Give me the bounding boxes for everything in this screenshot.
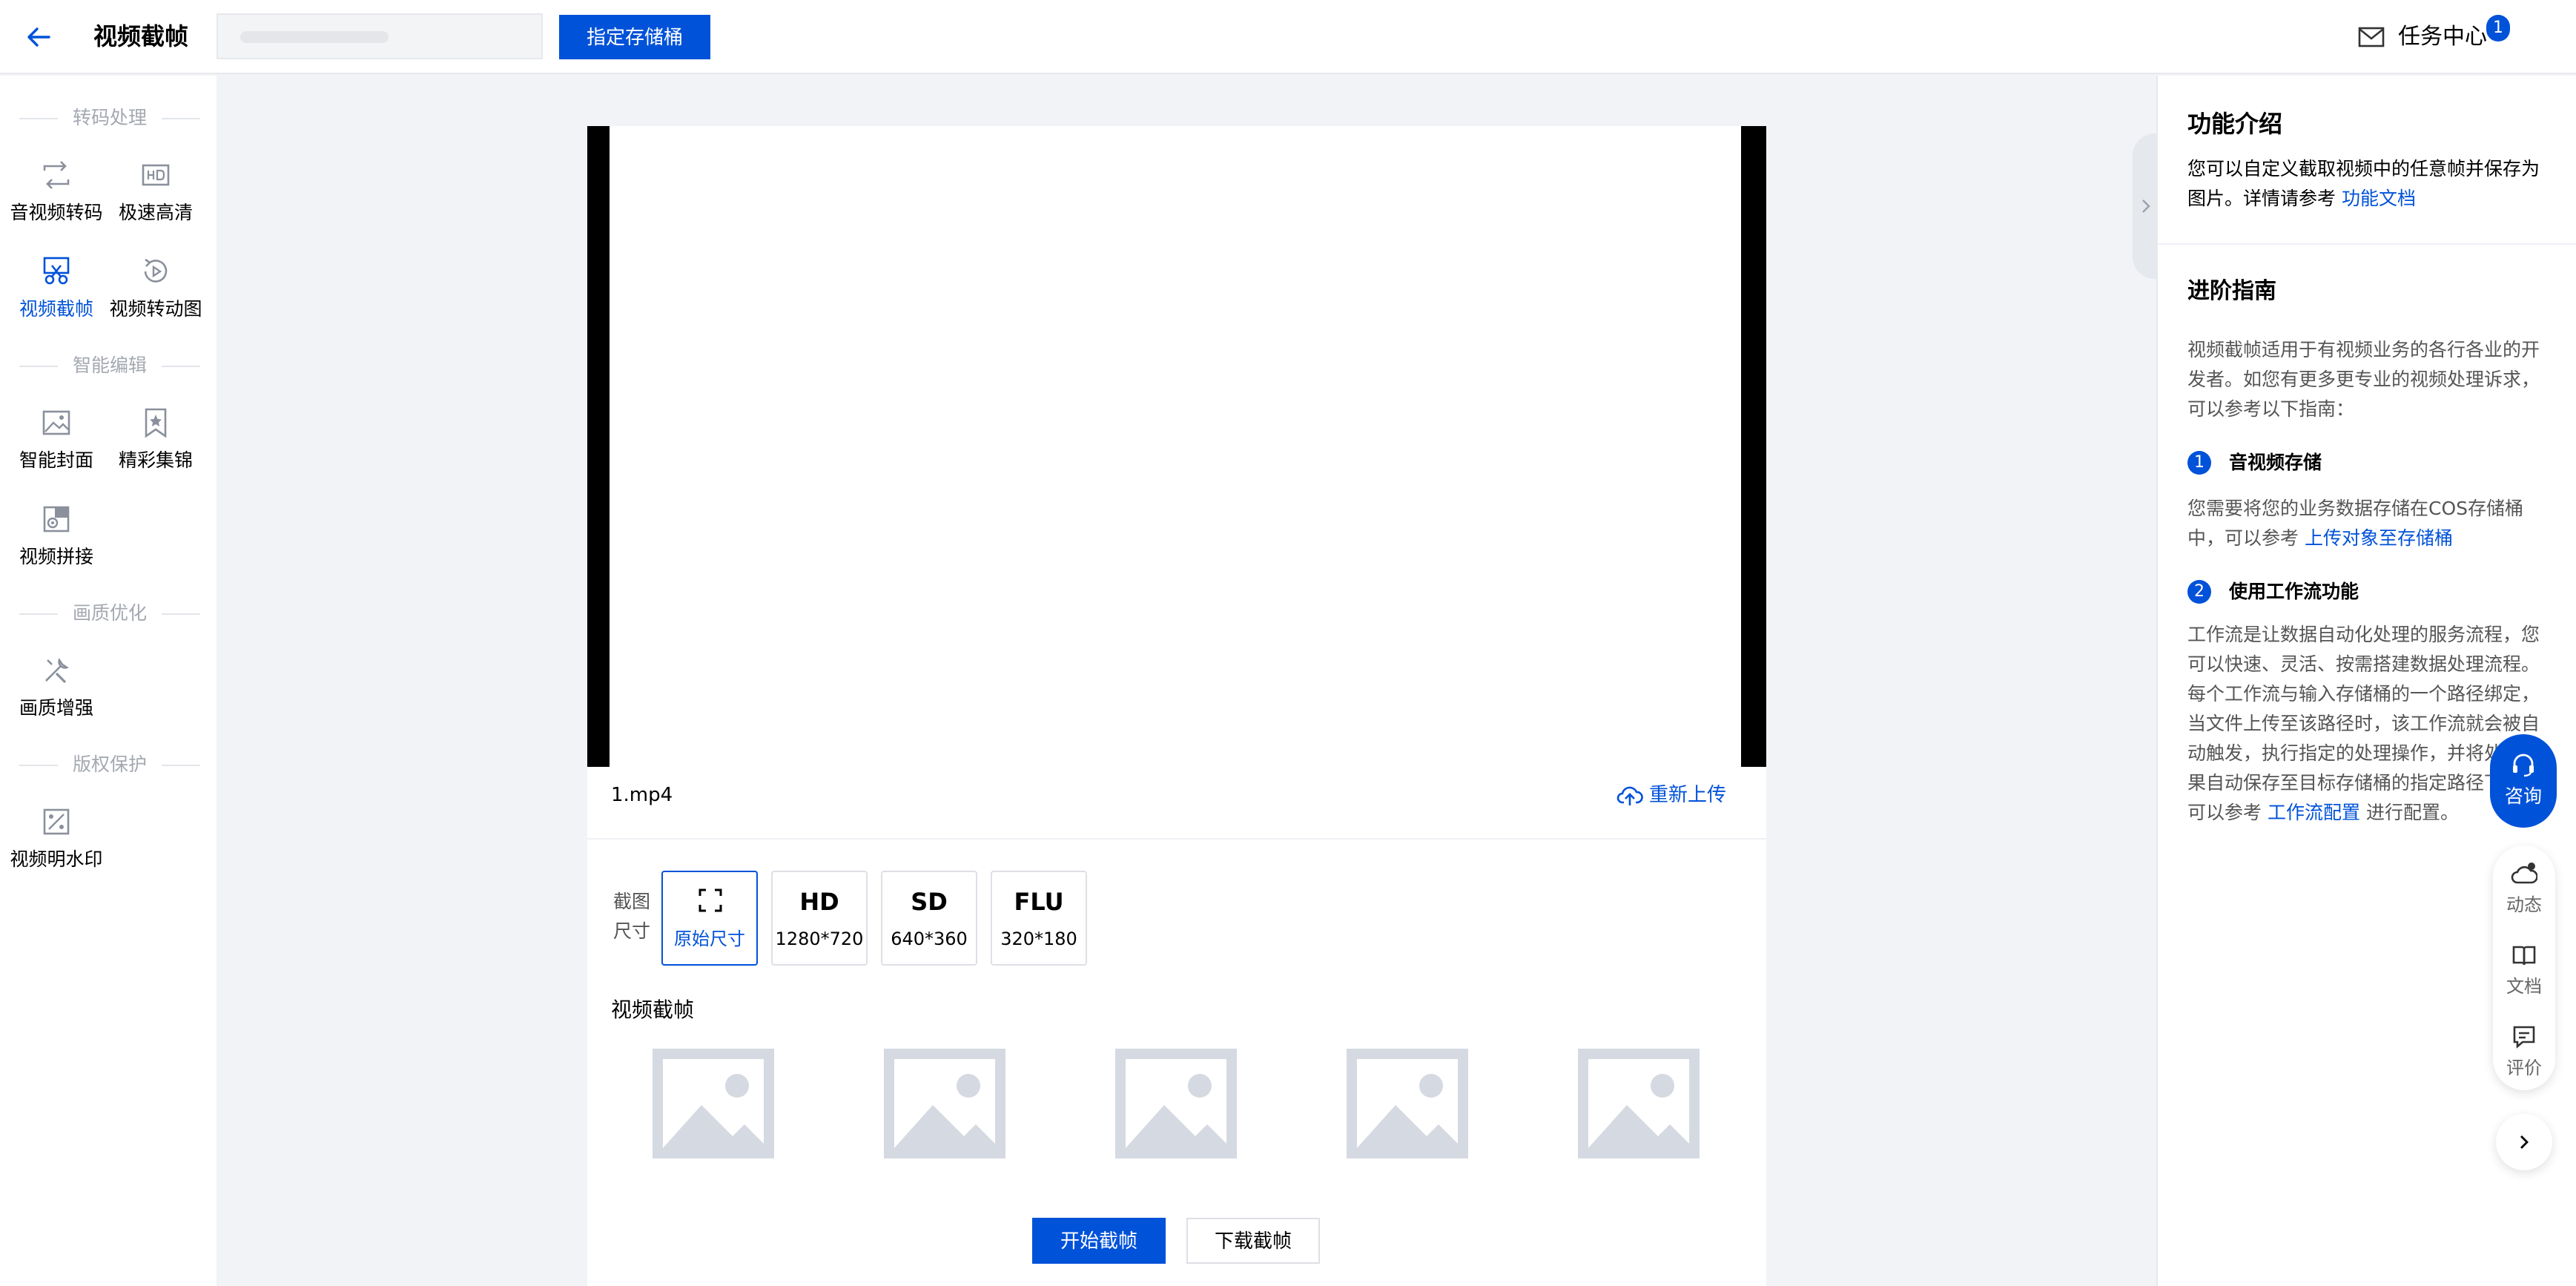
- step-number-badge: 2: [2187, 580, 2211, 604]
- cloud-notification-icon: [2511, 863, 2537, 884]
- fullscreen-icon: [699, 888, 722, 912]
- step1-text: 您需要将您的业务数据存储在COS存储桶中，可以参考 上传对象至存储桶: [2187, 498, 2524, 549]
- frame-placeholder-icon: [1578, 1049, 1700, 1158]
- chevron-right-icon: [2142, 200, 2150, 213]
- headset-icon: [2513, 754, 2534, 777]
- download-frames-button[interactable]: 下载截帧: [1186, 1218, 1320, 1264]
- transcode-icon: [43, 161, 70, 189]
- section-header-transcode: 转码处理: [19, 107, 200, 129]
- section-header-copyright: 版权保护: [19, 754, 200, 776]
- tools-icon: [45, 657, 70, 684]
- sidebar-item-video-splice[interactable]: 视频拼接: [4, 503, 108, 577]
- step-number-badge: 1: [2187, 451, 2211, 475]
- start-capture-button[interactable]: 开始截帧: [1032, 1218, 1166, 1264]
- frame-placeholder-icon: [1347, 1049, 1468, 1158]
- watermark-icon: [43, 808, 70, 835]
- sidebar-item-video-frame[interactable]: 视频截帧: [4, 255, 108, 329]
- bucket-selector-input[interactable]: [217, 13, 543, 59]
- video-file-name: 1.mp4: [611, 784, 673, 806]
- comment-icon: [2513, 1026, 2535, 1049]
- guide-text: 视频截帧适用于有视频业务的各行各业的开发者。如您有更多更专业的视频处理诉求，可以…: [2187, 339, 2540, 420]
- panel-collapse-tab[interactable]: [2133, 133, 2158, 279]
- divider: [587, 838, 1766, 840]
- loop-icon: [144, 258, 168, 283]
- book-icon: [2512, 946, 2536, 966]
- sidebar-item-smart-cover[interactable]: 智能封面: [4, 406, 108, 481]
- sidebar-item-watermark[interactable]: 视频明水印: [4, 805, 108, 880]
- size-option-flu[interactable]: FLU 320*180: [991, 871, 1087, 966]
- sidebar-item-highlights[interactable]: 精彩集锦: [104, 406, 208, 481]
- intro-text: 您可以自定义截取视频中的任意帧并保存为图片。详情请参考 功能文档: [2187, 158, 2540, 209]
- guide-title: 进阶指南: [2187, 278, 2276, 304]
- left-sidebar: 转码处理 音视频转码 极速高清 视频截帧 视频转动图 智能编辑 智能封面 精彩集…: [0, 76, 217, 1286]
- float-item-docs[interactable]: 文档: [2493, 931, 2555, 1006]
- consult-button[interactable]: 咨询: [2490, 734, 2557, 828]
- step1-title: 音视频存储: [2229, 452, 2322, 473]
- top-bar: 视频截帧 指定存储桶 任务中心 1: [0, 0, 2576, 74]
- section-header-quality: 画质优化: [19, 602, 200, 624]
- blurred-bucket-name: [240, 31, 389, 43]
- intro-title: 功能介绍: [2187, 110, 2283, 138]
- bookmark-star-icon: [145, 408, 167, 438]
- task-center-link[interactable]: 任务中心: [2398, 21, 2487, 53]
- hd-icon: [142, 164, 170, 186]
- frame-placeholder-icon: [884, 1049, 1005, 1158]
- expand-toolbar-button[interactable]: [2496, 1114, 2552, 1170]
- cloud-upload-icon: [1616, 786, 1643, 805]
- step2-title: 使用工作流功能: [2229, 581, 2359, 602]
- back-arrow-icon[interactable]: [24, 22, 53, 52]
- section-header-smart-edit: 智能编辑: [19, 355, 200, 377]
- splice-icon: [43, 506, 70, 532]
- video-frame: [610, 126, 1741, 767]
- right-info-panel: 功能介绍 您可以自定义截取视频中的任意帧并保存为图片。详情请参考 功能文档 进阶…: [2156, 76, 2576, 1286]
- frame-placeholder-icon: [1115, 1049, 1237, 1158]
- sidebar-item-transcode[interactable]: 音视频转码: [4, 159, 108, 233]
- reupload-button[interactable]: 重新上传: [1616, 780, 1743, 810]
- floating-toolbar: 动态 文档 评价: [2493, 845, 2555, 1090]
- screenshot-size-label: 截图尺寸: [612, 891, 650, 942]
- assign-bucket-button[interactable]: 指定存储桶: [559, 15, 710, 59]
- scissors-icon: [43, 257, 70, 285]
- float-item-news[interactable]: 动态: [2493, 850, 2555, 924]
- mail-icon[interactable]: [2358, 27, 2385, 47]
- feature-doc-link[interactable]: 功能文档: [2342, 188, 2416, 209]
- frame-placeholder-icon: [653, 1049, 774, 1158]
- size-option-hd[interactable]: HD 1280*720: [771, 871, 868, 966]
- chevron-right-icon: [2520, 1135, 2529, 1149]
- divider: [2158, 243, 2576, 245]
- sidebar-item-enhance[interactable]: 画质增强: [4, 654, 108, 728]
- frames-section-title: 视频截帧: [611, 998, 695, 1022]
- upload-object-link[interactable]: 上传对象至存储桶: [2305, 527, 2453, 549]
- float-item-feedback[interactable]: 评价: [2493, 1013, 2555, 1087]
- size-option-original[interactable]: 原始尺寸: [661, 871, 758, 966]
- workflow-config-link[interactable]: 工作流配置: [2268, 802, 2360, 823]
- sidebar-item-fast-hd[interactable]: 极速高清: [104, 159, 208, 233]
- page-title: 视频截帧: [93, 22, 189, 50]
- image-icon: [42, 410, 70, 435]
- frame-capture-card: 1.mp4 重新上传 截图尺寸 原始尺寸 HD 1280*720 SD 640*…: [587, 126, 1766, 1286]
- task-count-badge: 1: [2486, 15, 2510, 42]
- size-option-sd[interactable]: SD 640*360: [881, 871, 977, 966]
- sidebar-item-video-to-gif[interactable]: 视频转动图: [104, 255, 208, 329]
- video-player[interactable]: [587, 126, 1766, 767]
